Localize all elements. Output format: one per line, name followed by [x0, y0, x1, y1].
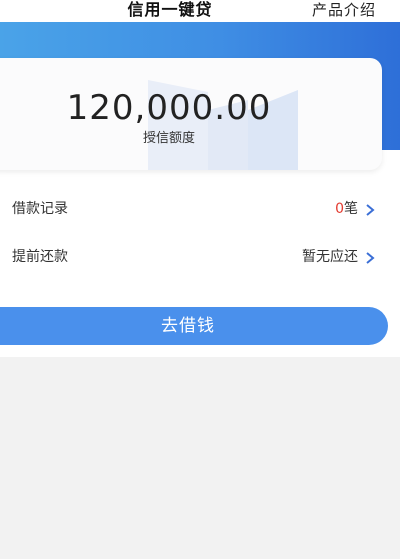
chevron-right-icon — [366, 204, 375, 216]
early-repayment-row[interactable]: 提前还款 暂无应还 — [0, 238, 400, 278]
top-nav-bar: 信用一键贷 产品介绍 — [0, 0, 400, 22]
borrow-money-button[interactable]: 去借钱 — [0, 307, 388, 345]
loan-count-unit: 笔 — [344, 201, 358, 217]
page-title: 信用一键贷 — [127, 0, 213, 19]
loan-records-count: 0笔 — [335, 199, 358, 219]
credit-amount-label: 授信额度 — [142, 131, 195, 146]
credit-amount: 120,000.00 — [66, 88, 272, 128]
chevron-right-icon — [366, 252, 375, 264]
credit-card: 120,000.00 授信额度 — [0, 58, 382, 170]
product-intro-link[interactable]: 产品介绍 — [312, 0, 376, 21]
loan-records-row[interactable]: 借款记录 0笔 — [0, 190, 400, 230]
early-repayment-label: 提前还款 — [12, 249, 68, 265]
loan-count-number: 0 — [335, 201, 344, 217]
repayment-status: 暂无应还 — [302, 249, 358, 265]
loan-records-label: 借款记录 — [12, 201, 68, 217]
